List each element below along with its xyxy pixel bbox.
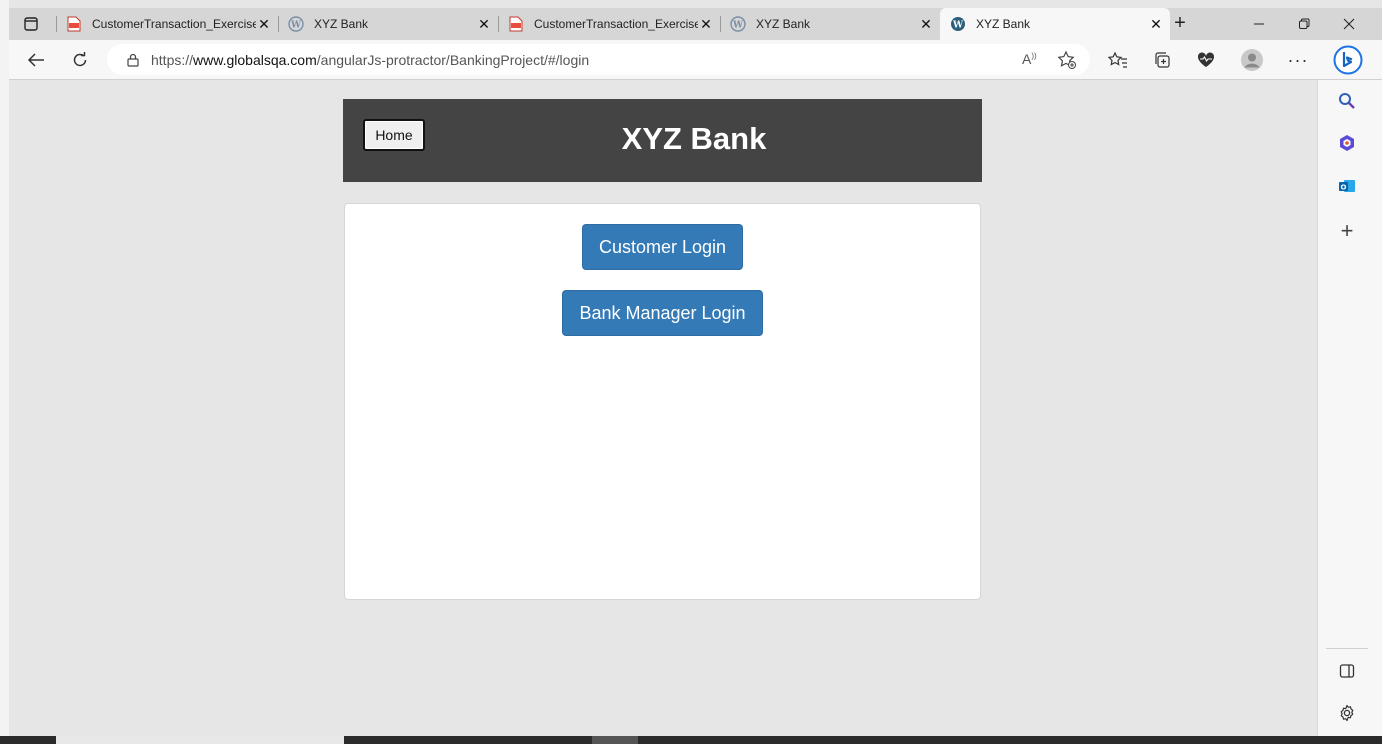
profile-avatar-icon[interactable] [1240, 48, 1264, 72]
svg-text:O: O [1341, 183, 1347, 191]
wordpress-icon: W [950, 16, 966, 32]
add-favorite-icon[interactable] [1057, 50, 1077, 75]
url-prefix: https:// [151, 51, 194, 68]
favorites-icon[interactable] [1106, 48, 1130, 72]
tab-separator [278, 16, 279, 32]
tab-separator [498, 16, 499, 32]
tab-title: XYZ Bank [756, 17, 811, 31]
lock-icon[interactable] [127, 53, 141, 67]
login-panel: Customer Login Bank Manager Login [344, 203, 981, 600]
window-frame [0, 0, 9, 744]
tab-title: XYZ Bank [976, 17, 1031, 31]
new-tab-icon[interactable]: + [1169, 13, 1191, 34]
tab-3[interactable]: CustomerTransaction_Exercise ✕ [498, 8, 720, 40]
wordpress-icon: W [288, 16, 304, 32]
tab-actions-icon[interactable] [21, 15, 41, 33]
close-icon[interactable]: ✕ [1148, 16, 1164, 32]
outlook-icon[interactable]: O [1336, 175, 1358, 197]
svg-text:W: W [732, 21, 744, 31]
close-window-icon[interactable] [1327, 8, 1371, 40]
tab-5-active[interactable]: W XYZ Bank ✕ [940, 8, 1170, 40]
read-aloud-label: A [1022, 51, 1032, 67]
taskbar-edge [0, 736, 1382, 744]
health-icon[interactable] [1194, 48, 1218, 72]
tab-title: XYZ Bank [314, 17, 369, 31]
tab-separator [720, 16, 721, 32]
office-icon[interactable] [1336, 132, 1358, 154]
page-title: XYZ Bank [621, 121, 767, 156]
tab-separator [56, 16, 57, 32]
browser-toolbar: https://www.globalsqa.com/angularJs-prot… [9, 40, 1382, 80]
tab-title: CustomerTransaction_Exercise [92, 17, 256, 31]
url-path: /angularJs-protractor/BankingProject/#/l… [316, 51, 590, 68]
search-icon[interactable] [1336, 90, 1358, 112]
tab-4[interactable]: W XYZ Bank ✕ [720, 8, 940, 40]
close-icon[interactable]: ✕ [918, 16, 934, 32]
customer-login-button[interactable]: Customer Login [582, 224, 743, 270]
wordpress-icon: W [730, 16, 746, 32]
page-header: Home XYZ Bank [343, 99, 982, 182]
add-icon[interactable]: + [1336, 218, 1358, 243]
refresh-icon[interactable] [68, 48, 92, 72]
edge-sidebar: O + [1317, 80, 1382, 736]
close-icon[interactable]: ✕ [698, 16, 714, 32]
url-text[interactable]: https://www.globalsqa.com/angularJs-prot… [151, 52, 589, 68]
collections-icon[interactable] [1150, 48, 1174, 72]
taskbar-segment [592, 736, 638, 744]
bing-copilot-icon[interactable] [1333, 45, 1363, 75]
pdf-icon [66, 16, 82, 32]
pdf-icon [508, 16, 524, 32]
url-domain: www.globalsqa.com [193, 51, 317, 68]
close-icon[interactable]: ✕ [256, 16, 272, 32]
svg-text:W: W [952, 21, 964, 31]
tab-1[interactable]: CustomerTransaction_Exercise ✕ [56, 8, 278, 40]
address-bar[interactable]: https://www.globalsqa.com/angularJs-prot… [107, 44, 1090, 75]
settings-gear-icon[interactable] [1336, 702, 1358, 724]
more-menu-icon[interactable]: ··· [1286, 48, 1310, 72]
tab-2[interactable]: W XYZ Bank ✕ [278, 8, 498, 40]
back-arrow-icon[interactable] [24, 48, 48, 72]
close-icon[interactable]: ✕ [476, 16, 492, 32]
bank-manager-login-button[interactable]: Bank Manager Login [562, 290, 763, 336]
hide-sidebar-icon[interactable] [1336, 660, 1358, 682]
restore-icon[interactable] [1282, 8, 1326, 40]
taskbar-segment [56, 736, 344, 744]
tab-strip: CustomerTransaction_Exercise ✕ W XYZ Ban… [9, 8, 1382, 40]
minimize-icon[interactable] [1237, 8, 1281, 40]
read-aloud-icon[interactable]: A)) [1022, 51, 1037, 67]
tab-title: CustomerTransaction_Exercise [534, 17, 698, 31]
svg-text:W: W [290, 21, 302, 31]
sidebar-divider [1326, 648, 1368, 649]
